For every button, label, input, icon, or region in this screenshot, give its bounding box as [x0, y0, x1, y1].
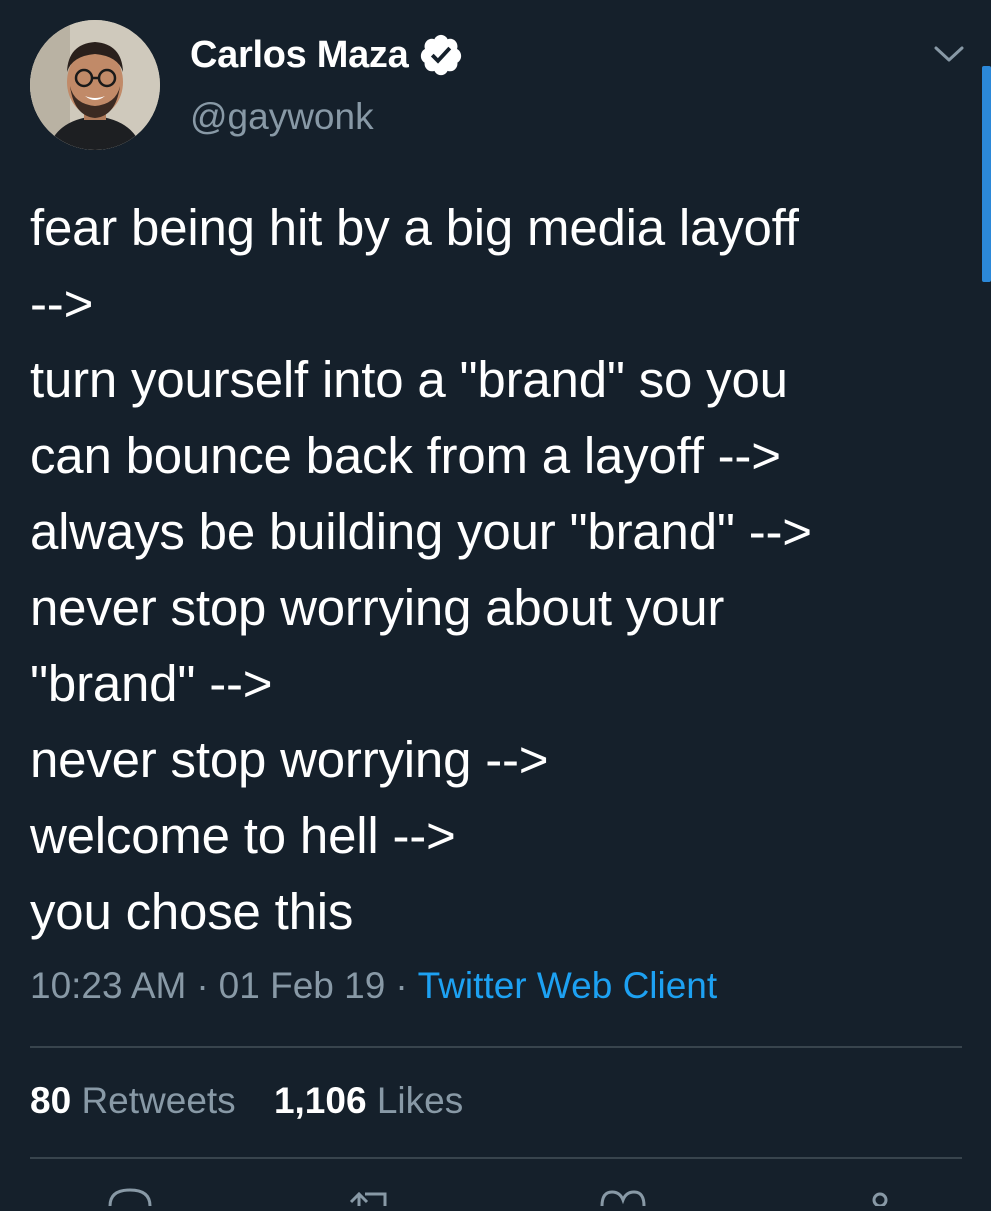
likes-label: Likes — [376, 1080, 464, 1121]
display-name-row: Carlos Maza — [190, 32, 464, 78]
avatar[interactable] — [30, 20, 160, 150]
chevron-down-icon[interactable] — [932, 42, 966, 66]
tweet-text: fear being hit by a big media layoff -->… — [30, 199, 812, 940]
divider — [30, 1046, 962, 1048]
tweet-detail: Carlos Maza @gaywonk fear being hit by a… — [0, 0, 991, 1208]
meta-separator: · — [196, 965, 209, 1006]
scrollbar[interactable] — [982, 66, 991, 282]
avatar-photo — [30, 20, 160, 150]
retweets-stat[interactable]: 80 Retweets — [30, 1080, 236, 1122]
verified-badge-icon — [418, 32, 464, 78]
retweets-count: 80 — [30, 1080, 72, 1121]
likes-stat[interactable]: 1,106 Likes — [274, 1080, 463, 1122]
likes-count: 1,106 — [273, 1080, 367, 1121]
tweet-client-link[interactable]: Twitter Web Client — [418, 965, 718, 1006]
tweet-metadata: 10:23 AM · 01 Feb 19 · Twitter Web Client — [30, 965, 717, 1007]
retweet-icon[interactable] — [345, 1186, 395, 1206]
engagement-stats: 80 Retweets 1,106 Likes — [30, 1080, 491, 1122]
reply-icon[interactable] — [105, 1186, 155, 1207]
display-name[interactable]: Carlos Maza — [190, 34, 409, 77]
share-icon[interactable] — [855, 1186, 905, 1208]
retweets-label: Retweets — [81, 1080, 236, 1121]
meta-separator: · — [395, 965, 408, 1006]
divider — [30, 1157, 962, 1159]
tweet-time: 10:23 AM — [30, 965, 187, 1006]
user-handle[interactable]: @gaywonk — [190, 96, 374, 138]
heart-icon[interactable] — [598, 1186, 648, 1207]
tweet-date[interactable]: 01 Feb 19 — [219, 965, 386, 1006]
